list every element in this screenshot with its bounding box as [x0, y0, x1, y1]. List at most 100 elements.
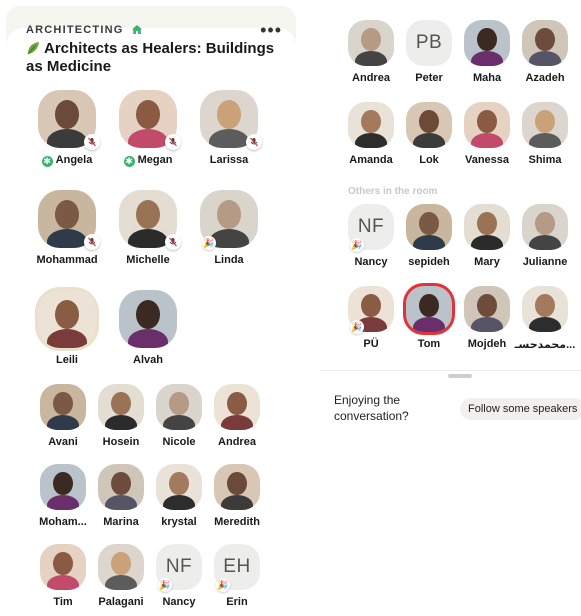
avatar-face: [111, 552, 131, 576]
mic-off-icon: [165, 234, 181, 250]
person-tile[interactable]: Maha: [454, 20, 520, 84]
club-header[interactable]: ARCHITECTING: [26, 24, 142, 36]
person-tile[interactable]: Amanda: [338, 102, 404, 166]
person-tile[interactable]: Mojdeh: [454, 286, 520, 350]
avatar[interactable]: [348, 102, 394, 148]
avatar-body: [412, 133, 446, 148]
avatar[interactable]: [156, 384, 202, 430]
person-tile[interactable]: Tom: [396, 286, 462, 350]
person-tile[interactable]: sepideh: [396, 204, 462, 268]
person-tile[interactable]: Andrea: [338, 20, 404, 84]
person-name: Tim: [30, 596, 96, 608]
person-name-text: Megan: [137, 154, 173, 166]
person-tile[interactable]: 🎉 PÜ: [338, 286, 404, 350]
person-name: Mary: [454, 256, 520, 268]
avatar[interactable]: [40, 544, 86, 590]
avatar-body: [46, 575, 80, 590]
person-tile[interactable]: EH 🎉 Erin: [204, 544, 270, 608]
avatar[interactable]: [522, 20, 568, 66]
person-tile[interactable]: Tim: [30, 544, 96, 608]
avatar[interactable]: [40, 464, 86, 510]
person-name-text: Mohammad: [36, 254, 98, 266]
avatar-face: [477, 212, 497, 236]
avatar[interactable]: [464, 204, 510, 250]
avatar[interactable]: [214, 384, 260, 430]
person-name-text: Hosein: [102, 436, 140, 448]
avatar[interactable]: [464, 20, 510, 66]
avatar[interactable]: [522, 286, 568, 332]
avatar[interactable]: [406, 102, 452, 148]
avatar-body: [354, 133, 388, 148]
person-tile[interactable]: Leili: [28, 290, 106, 366]
person-tile[interactable]: محمدحسـ...: [512, 286, 578, 351]
avatar-face: [227, 472, 247, 496]
avatar[interactable]: [98, 464, 144, 510]
person-tile[interactable]: Mohammad: [28, 190, 106, 266]
divider: [320, 370, 581, 371]
person-tile[interactable]: Hosein: [88, 384, 154, 448]
follow-some-speakers-button[interactable]: Follow some speakers: [460, 398, 581, 420]
person-name: Andrea: [338, 72, 404, 84]
avatar-face: [135, 200, 161, 230]
person-tile[interactable]: Julianne: [512, 204, 578, 268]
avatar-body: [470, 51, 504, 66]
avatar-face: [361, 294, 381, 318]
avatar[interactable]: [156, 464, 202, 510]
avatar-body: [412, 235, 446, 250]
person-name: PÜ: [338, 338, 404, 350]
avatar-face: [111, 392, 131, 416]
avatar-body: [46, 129, 88, 148]
avatar[interactable]: [38, 290, 96, 348]
person-tile[interactable]: ✱ Angela: [28, 90, 106, 167]
avatar[interactable]: [119, 290, 177, 348]
person-tile[interactable]: PB Peter: [396, 20, 462, 84]
person-tile[interactable]: Alvah: [109, 290, 187, 366]
person-tile[interactable]: NF 🎉 Nancy: [146, 544, 212, 608]
person-tile[interactable]: krystal: [146, 464, 212, 528]
avatar[interactable]: [348, 20, 394, 66]
avatar[interactable]: [98, 384, 144, 430]
avatar-face: [477, 28, 497, 52]
person-name-text: Leili: [55, 354, 78, 366]
person-tile[interactable]: Nicole: [146, 384, 212, 448]
person-tile[interactable]: ✱ Megan: [109, 90, 187, 167]
person-tile[interactable]: NF 🎉 Nancy: [338, 204, 404, 268]
person-tile[interactable]: Vanessa: [454, 102, 520, 166]
person-name-text: Marina: [103, 516, 139, 528]
avatar-face: [535, 110, 555, 134]
avatar[interactable]: [40, 384, 86, 430]
person-name-text: Alvah: [133, 354, 163, 366]
person-name-text: Meredith: [214, 516, 260, 528]
avatar[interactable]: [406, 204, 452, 250]
person-tile[interactable]: Shima: [512, 102, 578, 166]
avatar-face: [54, 300, 80, 330]
person-tile[interactable]: Andrea: [204, 384, 270, 448]
avatar[interactable]: [98, 544, 144, 590]
person-tile[interactable]: Michelle: [109, 190, 187, 266]
person-tile[interactable]: Meredith: [204, 464, 270, 528]
avatar-body: [127, 129, 169, 148]
person-name: Amanda: [338, 154, 404, 166]
person-tile[interactable]: Marina: [88, 464, 154, 528]
person-tile[interactable]: Avani: [30, 384, 96, 448]
person-tile[interactable]: Mary: [454, 204, 520, 268]
avatar-body: [220, 495, 254, 510]
avatar[interactable]: [406, 286, 452, 332]
person-tile[interactable]: Moham...: [30, 464, 96, 528]
person-tile[interactable]: 🎉 Linda: [190, 190, 268, 266]
avatar[interactable]: [464, 286, 510, 332]
person-tile[interactable]: Azadeh: [512, 20, 578, 84]
avatar[interactable]: [214, 464, 260, 510]
person-tile[interactable]: Larissa: [190, 90, 268, 166]
drag-handle[interactable]: [448, 374, 472, 378]
person-name: Andrea: [204, 436, 270, 448]
person-name: ✱ Megan: [109, 154, 187, 167]
person-tile[interactable]: Palagani: [88, 544, 154, 608]
avatar[interactable]: [522, 102, 568, 148]
person-tile[interactable]: Lok: [396, 102, 462, 166]
more-dots-icon[interactable]: •••: [260, 20, 282, 41]
person-name: Larissa: [190, 154, 268, 166]
avatar[interactable]: [464, 102, 510, 148]
avatar-initials[interactable]: PB: [406, 20, 452, 66]
avatar[interactable]: [522, 204, 568, 250]
